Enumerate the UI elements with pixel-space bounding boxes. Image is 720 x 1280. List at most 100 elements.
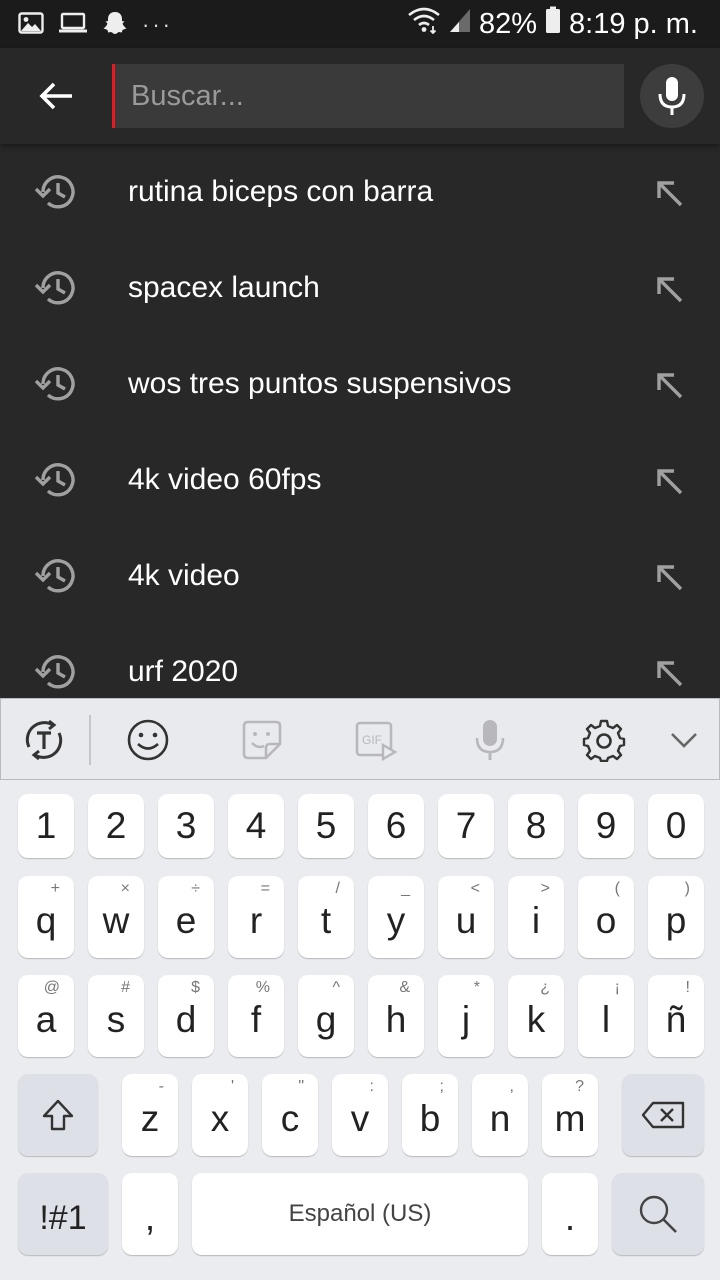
key-3[interactable]: 3 xyxy=(158,794,214,858)
key-o[interactable]: (o xyxy=(578,876,634,958)
key-a[interactable]: @ a xyxy=(18,975,74,1057)
key-w[interactable]: × w xyxy=(88,876,144,958)
search-action-key[interactable] xyxy=(612,1173,704,1255)
text-toggle-icon[interactable] xyxy=(21,717,67,763)
history-item-text: spacex launch xyxy=(128,271,320,304)
settings-gear-icon[interactable] xyxy=(581,717,627,763)
key-e[interactable]: ÷ e xyxy=(158,876,214,958)
key-s[interactable]: # s xyxy=(88,975,144,1057)
key-label: q xyxy=(35,900,57,941)
key-1[interactable]: 1 xyxy=(18,794,74,858)
key-9[interactable]: 9 xyxy=(578,794,634,858)
key-u[interactable]: < u xyxy=(438,876,494,958)
more-dots-icon: ··· xyxy=(142,12,173,37)
history-item[interactable]: rutina biceps con barra xyxy=(0,144,720,240)
key-n-tilde[interactable]: ! ñ xyxy=(648,975,704,1057)
period-key[interactable]: . xyxy=(542,1173,598,1255)
key-2[interactable]: 2 xyxy=(88,794,144,858)
key-label: ñ xyxy=(665,999,687,1040)
toolbar-divider xyxy=(89,715,91,765)
key-hint: ' xyxy=(230,1078,234,1095)
history-item[interactable]: urf 2020 xyxy=(0,624,720,698)
key-z[interactable]: -z xyxy=(122,1074,178,1156)
backspace-icon xyxy=(641,1101,685,1129)
key-8[interactable]: 8 xyxy=(508,794,564,858)
shift-key[interactable] xyxy=(18,1074,98,1156)
search-history-list: rutina biceps con barra spacex launch wo… xyxy=(0,144,720,698)
shift-arrow-icon xyxy=(42,1099,74,1131)
history-item[interactable]: 4k video xyxy=(0,528,720,624)
key-5[interactable]: 5 xyxy=(298,794,354,858)
insert-query-arrow-icon[interactable] xyxy=(654,562,684,592)
key-hint: - xyxy=(158,1078,164,1095)
key-label: c xyxy=(280,1098,300,1139)
key-m[interactable]: ? m xyxy=(542,1074,598,1156)
key-label: r xyxy=(249,900,263,941)
key-label: 3 xyxy=(175,805,197,846)
key-b[interactable]: ; b xyxy=(402,1074,458,1156)
insert-query-arrow-icon[interactable] xyxy=(654,274,684,304)
key-hint: * xyxy=(473,979,480,996)
key-7[interactable]: 7 xyxy=(438,794,494,858)
key-p[interactable]: ) p xyxy=(648,876,704,958)
comma-key[interactable]: , xyxy=(122,1173,178,1255)
key-label: v xyxy=(350,1098,370,1139)
key-d[interactable]: $ d xyxy=(158,975,214,1057)
key-label: l xyxy=(601,999,611,1040)
key-l[interactable]: ¡ l xyxy=(578,975,634,1057)
clock: 8:19 p. m. xyxy=(569,7,698,40)
key-label: 0 xyxy=(665,805,687,846)
key-hint: ^ xyxy=(332,979,340,996)
system-status: 82% 8:19 p. m. xyxy=(407,6,698,42)
history-item[interactable]: 4k video 60fps xyxy=(0,432,720,528)
key-g[interactable]: ^ g xyxy=(298,975,354,1057)
history-item[interactable]: wos tres puntos suspensivos xyxy=(0,336,720,432)
emoji-icon[interactable] xyxy=(125,717,171,763)
symbols-key[interactable]: !#1 xyxy=(18,1173,108,1255)
youtube-search-screen: ··· 82% 8:19 p. m. rutina b xyxy=(0,0,720,1280)
key-r[interactable]: = r xyxy=(228,876,284,958)
key-n[interactable]: ,n xyxy=(472,1074,528,1156)
key-label: j xyxy=(461,999,471,1040)
voice-input-icon[interactable] xyxy=(467,717,513,763)
key-hint: / xyxy=(335,880,340,897)
key-hint: " xyxy=(298,1078,304,1095)
gif-icon[interactable]: GIF xyxy=(353,717,399,763)
insert-query-arrow-icon[interactable] xyxy=(654,466,684,496)
back-button[interactable] xyxy=(30,70,82,122)
key-label: 9 xyxy=(595,805,617,846)
key-6[interactable]: 6 xyxy=(368,794,424,858)
key-h[interactable]: & h xyxy=(368,975,424,1057)
key-hint: + xyxy=(50,880,60,897)
key-hint: , xyxy=(509,1078,514,1095)
key-label: b xyxy=(419,1098,441,1139)
key-hint: ! xyxy=(685,979,690,996)
key-c[interactable]: " c xyxy=(262,1074,318,1156)
key-t[interactable]: / t xyxy=(298,876,354,958)
sticker-icon[interactable] xyxy=(239,717,285,763)
collapse-chevron-icon[interactable] xyxy=(661,717,707,763)
key-j[interactable]: * j xyxy=(438,975,494,1057)
space-key[interactable]: Español (US) xyxy=(192,1173,528,1255)
key-f[interactable]: % f xyxy=(228,975,284,1057)
insert-query-arrow-icon[interactable] xyxy=(654,370,684,400)
key-i[interactable]: > i xyxy=(508,876,564,958)
key-q[interactable]: + q xyxy=(18,876,74,958)
key-hint: ; xyxy=(439,1078,444,1095)
key-label: 2 xyxy=(105,805,127,846)
key-0[interactable]: 0 xyxy=(648,794,704,858)
key-4[interactable]: 4 xyxy=(228,794,284,858)
status-bar: ··· 82% 8:19 p. m. xyxy=(0,0,720,48)
insert-query-arrow-icon[interactable] xyxy=(654,178,684,208)
key-y[interactable]: _ y xyxy=(368,876,424,958)
backspace-key[interactable] xyxy=(622,1074,704,1156)
key-v[interactable]: :v xyxy=(332,1074,388,1156)
key-k[interactable]: ¿ k xyxy=(508,975,564,1057)
key-x[interactable]: ' x xyxy=(192,1074,248,1156)
history-item[interactable]: spacex launch xyxy=(0,240,720,336)
insert-query-arrow-icon[interactable] xyxy=(654,658,684,688)
voice-search-button[interactable] xyxy=(640,64,704,128)
key-hint: = xyxy=(260,880,270,897)
search-input[interactable] xyxy=(112,64,624,128)
key-hint: < xyxy=(470,880,480,897)
